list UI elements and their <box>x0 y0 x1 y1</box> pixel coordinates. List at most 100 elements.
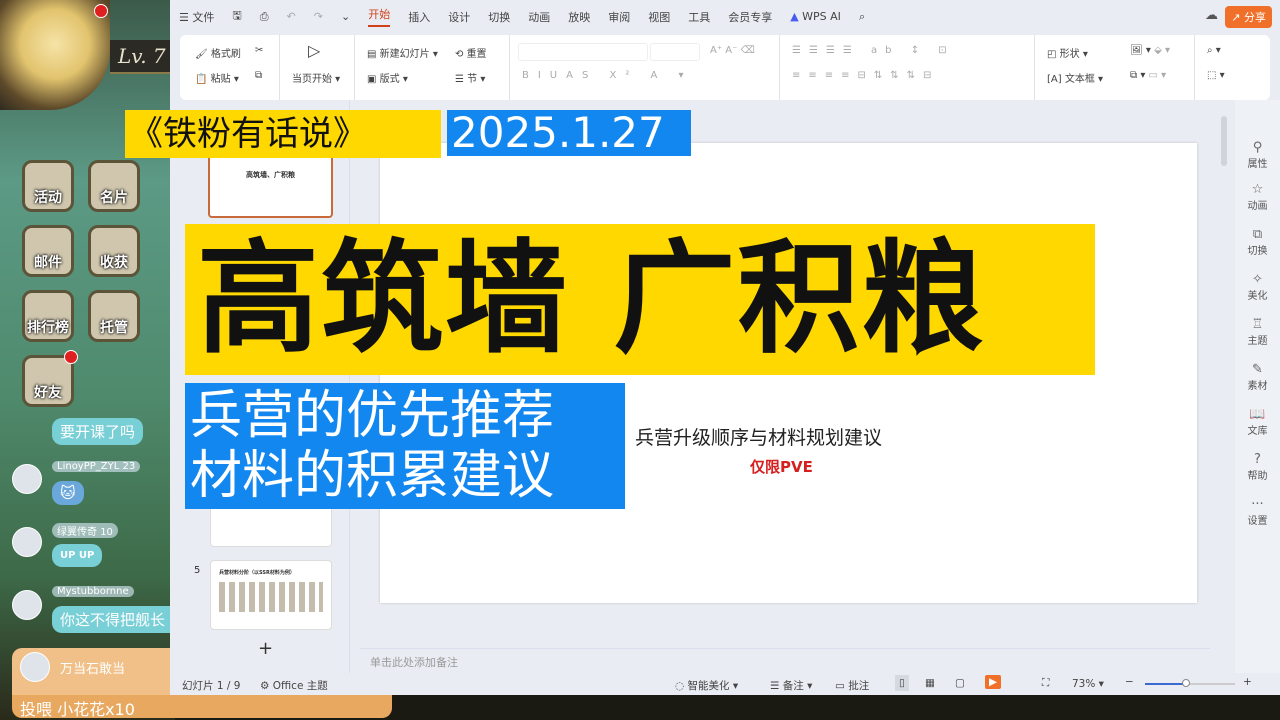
chat-username: LinoyPP_ZYL 23 <box>52 461 141 472</box>
tab-view[interactable]: 视图 <box>648 9 670 25</box>
game-button-ranking[interactable]: 排行榜 <box>22 290 74 342</box>
copy-icon[interactable]: ⧉ <box>255 70 262 81</box>
properties-icon: ⚲ <box>1252 140 1263 155</box>
game-button-auto[interactable]: 托管 <box>88 290 140 342</box>
play-slideshow-button[interactable]: ▶ <box>985 675 1002 689</box>
material-icon: ✎ <box>1252 362 1263 377</box>
normal-view-icon[interactable]: ▯ <box>895 675 909 691</box>
notes-button[interactable]: ☰ 备注 ▾ <box>770 678 812 693</box>
paste-button[interactable]: 📋 粘贴 ▾ <box>195 70 239 85</box>
layout-button[interactable]: ▣ 版式 ▾ <box>367 70 408 85</box>
zoom-level[interactable]: 73% ▾ <box>1072 678 1104 690</box>
notes-input[interactable]: 单击此处添加备注 <box>360 648 1210 673</box>
play-icon[interactable]: ▷ <box>308 41 320 60</box>
zoom-in-button[interactable]: + <box>1243 676 1252 688</box>
side-beautify[interactable]: ✧ 美化 <box>1235 272 1280 302</box>
zoom-out-button[interactable]: − <box>1125 676 1134 688</box>
game-button-events[interactable]: 活动 <box>22 160 74 212</box>
tab-home[interactable]: 开始 <box>368 6 391 27</box>
tab-tools[interactable]: 工具 <box>688 9 710 25</box>
side-material[interactable]: ✎ 素材 <box>1235 362 1280 392</box>
help-icon: ? <box>1254 452 1261 467</box>
new-slide-button[interactable]: ▤ 新建幻灯片 ▾ <box>367 45 438 60</box>
player-level: Lv. 7 <box>110 40 175 74</box>
tab-design[interactable]: 设计 <box>448 9 470 25</box>
chat-message: 🐱 <box>52 481 84 505</box>
align-buttons[interactable]: ≡≡≡≡⊟⇅⇅⇅⊟ <box>792 70 939 81</box>
player-avatar[interactable] <box>0 0 110 110</box>
wps-ai-button[interactable]: ▲ WPS AI <box>790 10 841 23</box>
slide-tag: 仅限PVE <box>750 458 813 476</box>
side-settings[interactable]: ··· 设置 <box>1235 497 1280 527</box>
tab-member[interactable]: 会员专享 <box>728 9 772 25</box>
redo-icon[interactable]: ↷ <box>314 10 323 23</box>
font-size-buttons[interactable]: A⁺ A⁻ ⌫ <box>710 45 755 56</box>
game-button-mail[interactable]: 邮件 <box>22 225 74 277</box>
slide-number: 5 <box>194 565 201 576</box>
file-menu[interactable]: ☰ 文件 <box>179 9 214 25</box>
game-button-card[interactable]: 名片 <box>88 160 140 212</box>
picture-icon[interactable]: 🖼 ▾ ⬙ ▾ <box>1130 45 1170 56</box>
side-library[interactable]: 📖 文库 <box>1235 407 1280 437</box>
side-animation[interactable]: ☆ 动画 <box>1235 182 1280 212</box>
tab-animation[interactable]: 动画 <box>528 9 550 25</box>
grid-view-icon[interactable]: ▦ <box>925 677 935 689</box>
avatar <box>12 527 42 557</box>
share-button[interactable]: ↗ 分享 <box>1225 6 1272 28</box>
fit-window-icon[interactable]: ⛶ <box>1042 677 1049 690</box>
tab-insert[interactable]: 插入 <box>408 9 430 25</box>
format-painter-button[interactable]: 🖌 格式刷 <box>195 45 241 60</box>
subtitle-banner: 兵营的优先推荐 材料的积累建议 <box>185 383 625 509</box>
shirt-icon: ♖ <box>1251 317 1264 332</box>
side-theme[interactable]: ♖ 主题 <box>1235 317 1280 347</box>
find-icon[interactable]: ⌕ ▾ <box>1207 45 1221 56</box>
search-icon[interactable]: ⌕ <box>859 10 865 24</box>
ribbon-toolbar: 🖌 格式刷 📋 粘贴 ▾ ✂ ⧉ ▷ 当页开始 ▾ ▤ 新建幻灯片 ▾ ▣ 版式… <box>180 35 1270 100</box>
font-size-select[interactable] <box>650 43 700 61</box>
gift-text-strip: 投喂 小花花x10 <box>12 695 392 719</box>
star-icon: ☆ <box>1251 182 1264 197</box>
reading-view-icon[interactable]: ▢ <box>955 677 965 689</box>
tab-review[interactable]: 审阅 <box>608 9 630 25</box>
textbox-button[interactable]: [A] 文本框 ▾ <box>1047 70 1103 85</box>
font-family-select[interactable] <box>518 43 648 61</box>
add-slide-button[interactable]: + <box>258 638 273 659</box>
smart-beautify-button[interactable]: ◌ 智能美化 ▾ <box>675 678 738 693</box>
cloud-upload-icon[interactable]: ☁ <box>1205 8 1218 23</box>
chat-username: Mystubbornne <box>52 586 134 597</box>
game-button-harvest[interactable]: 收获 <box>88 225 140 277</box>
list-buttons[interactable]: ☰☰☰☰ ab ↕ ⊡ <box>792 45 955 56</box>
print-icon[interactable]: ⎙ <box>260 10 269 24</box>
headline-banner: 高筑墙 广积粮 <box>185 224 1095 375</box>
side-help[interactable]: ? 帮助 <box>1235 452 1280 482</box>
book-icon: 📖 <box>1249 407 1266 422</box>
tab-transition[interactable]: 切换 <box>488 9 510 25</box>
chat-username: 绿翼传奇 10 <box>52 523 118 538</box>
cut-icon[interactable]: ✂ <box>255 45 263 56</box>
chat-message: UP UP <box>52 544 103 567</box>
arrange-icon[interactable]: ⧉ ▾ ▭ ▾ <box>1130 70 1166 81</box>
undo-icon[interactable]: ↶ <box>287 10 296 23</box>
comments-button[interactable]: ▭ 批注 <box>835 678 869 693</box>
zoom-slider[interactable] <box>1145 679 1235 687</box>
vertical-scrollbar[interactable] <box>1220 110 1230 640</box>
thumbnail-title: 高筑墙、广积粮 <box>246 171 295 179</box>
tab-slideshow[interactable]: 放映 <box>568 9 590 25</box>
subtitle-line-1: 兵营的优先推荐 <box>190 386 555 446</box>
magic-wand-icon: ✧ <box>1252 272 1263 287</box>
section-button[interactable]: ☰ 节 ▾ <box>455 70 485 85</box>
slide-subtitle: 兵营升级顺序与材料规划建议 <box>635 427 883 449</box>
shape-button[interactable]: ◰ 形状 ▾ <box>1047 45 1088 60</box>
reset-button[interactable]: ⟲ 重置 <box>455 45 487 60</box>
theme-button[interactable]: ⚙ Office 主题 <box>260 678 328 693</box>
side-transition[interactable]: ⧉ 切换 <box>1235 227 1280 257</box>
save-icon[interactable]: 🖫 <box>232 7 241 26</box>
play-from-current-button[interactable]: 当页开始 ▾ <box>292 70 340 85</box>
chevron-down-icon[interactable]: ⌄ <box>341 10 350 23</box>
slide-thumbnail-5[interactable]: 兵营材料分阶（以SSR材料为例） <box>210 560 332 630</box>
slide-counter: 幻灯片 1 / 9 <box>182 680 241 692</box>
text-format-buttons[interactable]: BIUAS X² A ▾ <box>522 70 693 81</box>
date-banner: 2025.1.27 <box>447 110 691 156</box>
side-properties[interactable]: ⚲ 属性 <box>1235 140 1280 170</box>
select-icon[interactable]: ⬚ ▾ <box>1207 70 1225 81</box>
